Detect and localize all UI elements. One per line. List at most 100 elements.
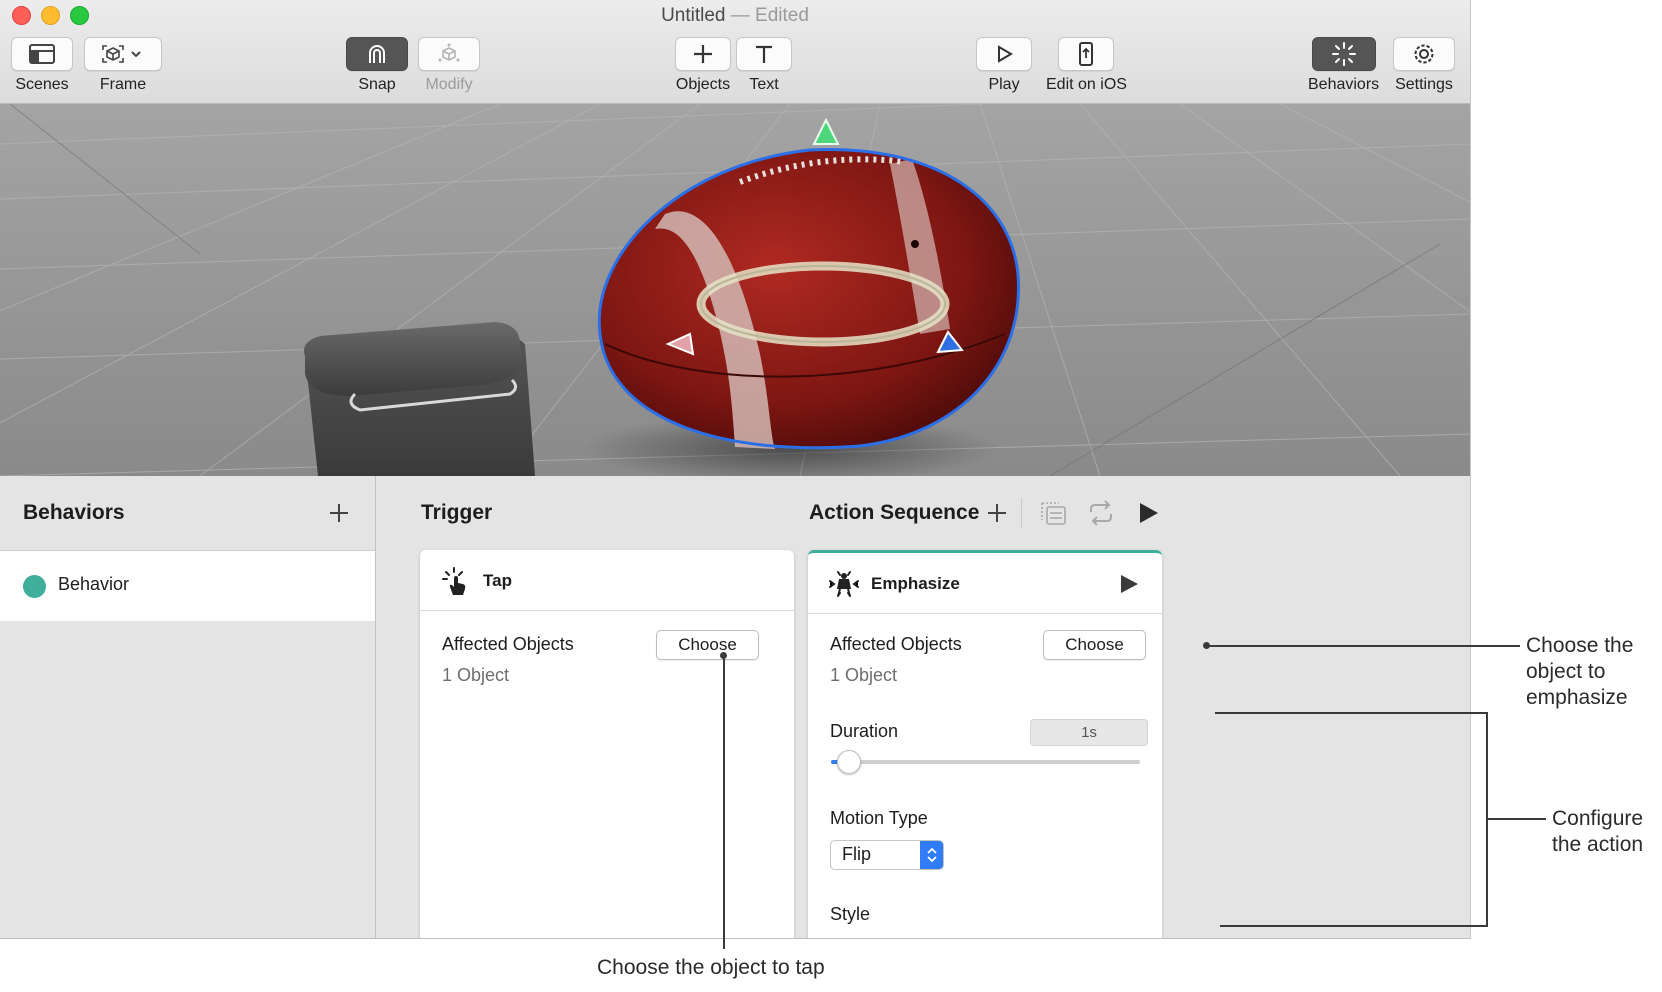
settings-button[interactable] bbox=[1393, 37, 1455, 71]
trigger-object-count: 1 Object bbox=[442, 665, 510, 685]
frame-label: Frame bbox=[99, 76, 147, 93]
add-behavior-icon[interactable] bbox=[328, 502, 350, 524]
duration-field[interactable]: 1s bbox=[1030, 719, 1148, 746]
trigger-heading: Trigger bbox=[421, 501, 493, 524]
trigger-choose-button[interactable]: Choose bbox=[656, 630, 759, 660]
choose-emphasize-line-2: object to bbox=[1526, 660, 1606, 683]
configure-action-callout: Configure the action bbox=[1552, 806, 1643, 858]
frame-button[interactable] bbox=[84, 37, 162, 71]
app-window: Untitled — Edited Scenes Frame Snap Modi… bbox=[0, 0, 1471, 939]
emphasize-callout-line bbox=[1208, 645, 1520, 647]
behaviors-button[interactable] bbox=[1311, 37, 1376, 71]
scene-viewport[interactable] bbox=[0, 104, 1470, 476]
settings-toolbar-item[interactable]: Settings bbox=[1393, 37, 1455, 94]
group-actions-icon[interactable] bbox=[1039, 500, 1067, 526]
play-button[interactable] bbox=[976, 37, 1032, 71]
window-title: Untitled — Edited bbox=[0, 5, 1470, 27]
tap-callout-line bbox=[723, 655, 725, 949]
text-toolbar-item[interactable]: Text bbox=[736, 37, 792, 94]
text-button[interactable] bbox=[736, 37, 792, 71]
scene-canvas[interactable] bbox=[0, 104, 1470, 476]
objects-button[interactable] bbox=[675, 37, 731, 71]
toolbar-divider bbox=[1021, 498, 1022, 528]
behaviors-panel: Behaviors Behavior bbox=[0, 476, 376, 938]
scenes-button[interactable] bbox=[11, 37, 73, 71]
title-separator: — bbox=[730, 5, 750, 26]
emphasize-action-title: Emphasize bbox=[871, 574, 960, 593]
behaviors-label: Behaviors bbox=[1308, 76, 1380, 93]
objects-label: Objects bbox=[675, 76, 731, 93]
objects-toolbar-item[interactable]: Objects bbox=[675, 37, 731, 94]
choose-emphasize-line-1: Choose the bbox=[1526, 634, 1634, 657]
motion-type-label: Motion Type bbox=[830, 808, 928, 828]
add-action-icon[interactable] bbox=[986, 502, 1008, 524]
phone-icon bbox=[1079, 42, 1094, 66]
modify-button[interactable] bbox=[418, 37, 480, 71]
sidebar-icon bbox=[29, 44, 55, 64]
trigger-affected-objects-label: Affected Objects bbox=[442, 634, 574, 654]
edit-on-ios-label: Edit on iOS bbox=[1046, 76, 1127, 93]
motion-type-value: Flip bbox=[842, 844, 872, 864]
action-sequence-heading: Action Sequence bbox=[809, 501, 980, 524]
configure-action-line-1: Configure bbox=[1552, 807, 1644, 830]
behaviors-burst-icon bbox=[1331, 42, 1356, 66]
motion-type-select[interactable]: Flip bbox=[830, 840, 944, 870]
modify-toolbar-item: Modify bbox=[418, 37, 480, 94]
edited-status: Edited bbox=[755, 5, 809, 26]
text-t-icon bbox=[756, 45, 772, 63]
bracket-top-line bbox=[1215, 712, 1488, 714]
tap-trigger-title: Tap bbox=[483, 571, 512, 590]
behavior-color-dot bbox=[23, 575, 46, 598]
behavior-list-item[interactable]: Behavior bbox=[0, 551, 375, 621]
behavior-item-label: Behavior bbox=[58, 574, 130, 594]
style-label: Style bbox=[830, 904, 871, 924]
snap-toolbar-item[interactable]: Snap bbox=[346, 37, 408, 94]
play-sequence-icon[interactable] bbox=[1136, 501, 1160, 525]
settings-label: Settings bbox=[1395, 76, 1453, 93]
duration-slider-knob[interactable] bbox=[837, 750, 861, 774]
play-action-icon[interactable] bbox=[1118, 573, 1140, 595]
choose-tap-callout: Choose the object to tap bbox=[597, 956, 825, 979]
modify-label: Modify bbox=[425, 76, 473, 93]
scenes-toolbar-item[interactable]: Scenes bbox=[11, 37, 73, 94]
play-toolbar-item[interactable]: Play bbox=[976, 37, 1032, 94]
toolbar: Untitled — Edited Scenes Frame Snap Modi… bbox=[0, 0, 1470, 104]
action-choose-button[interactable]: Choose bbox=[1043, 630, 1146, 660]
scenes-label: Scenes bbox=[15, 76, 69, 93]
snap-button[interactable] bbox=[346, 37, 408, 71]
behaviors-panel-title: Behaviors bbox=[23, 501, 125, 524]
behavior-editor: Trigger Tap Affected Objects Choose 1 Ob… bbox=[376, 476, 1470, 938]
behaviors-toolbar-item[interactable]: Behaviors bbox=[1308, 37, 1379, 94]
bracket-pointer-line bbox=[1488, 818, 1546, 820]
frame-toolbar-item[interactable]: Frame bbox=[84, 37, 162, 94]
tap-trigger-card[interactable]: Tap Affected Objects Choose 1 Object bbox=[420, 550, 794, 938]
duration-slider[interactable] bbox=[831, 750, 1140, 774]
document-title: Untitled bbox=[661, 5, 726, 26]
edit-on-ios-button[interactable] bbox=[1058, 37, 1115, 71]
tap-trigger-header: Tap bbox=[420, 550, 794, 611]
snap-label: Snap bbox=[358, 76, 396, 93]
duration-label: Duration bbox=[830, 721, 899, 741]
emphasize-action-card[interactable]: Emphasize Affected Objects Choose 1 Obje… bbox=[808, 550, 1162, 938]
text-label: Text bbox=[749, 76, 779, 93]
play-label: Play bbox=[988, 76, 1020, 93]
choose-emphasize-line-3: emphasize bbox=[1526, 686, 1628, 709]
loop-icon[interactable] bbox=[1087, 500, 1115, 526]
plus-icon bbox=[694, 45, 712, 63]
cube-object[interactable] bbox=[304, 322, 535, 476]
emphasize-action-header: Emphasize bbox=[808, 553, 1162, 614]
configure-action-line-2: the action bbox=[1552, 833, 1644, 856]
edit-on-ios-toolbar-item[interactable]: Edit on iOS bbox=[1046, 37, 1127, 94]
frame-cube-icon bbox=[102, 45, 141, 63]
emphasize-icon bbox=[829, 571, 859, 597]
modify-cube-icon bbox=[438, 43, 460, 62]
tap-callout-dot bbox=[720, 652, 727, 659]
behaviors-panel-header: Behaviors bbox=[0, 476, 375, 551]
bracket-bottom-line bbox=[1220, 925, 1488, 927]
magnet-icon bbox=[369, 45, 385, 63]
action-affected-objects-label: Affected Objects bbox=[830, 634, 962, 654]
play-icon bbox=[998, 45, 1013, 63]
choose-emphasize-callout: Choose the object to emphasize bbox=[1526, 633, 1633, 711]
gear-icon bbox=[1414, 44, 1434, 64]
tap-hand-icon bbox=[442, 567, 466, 595]
